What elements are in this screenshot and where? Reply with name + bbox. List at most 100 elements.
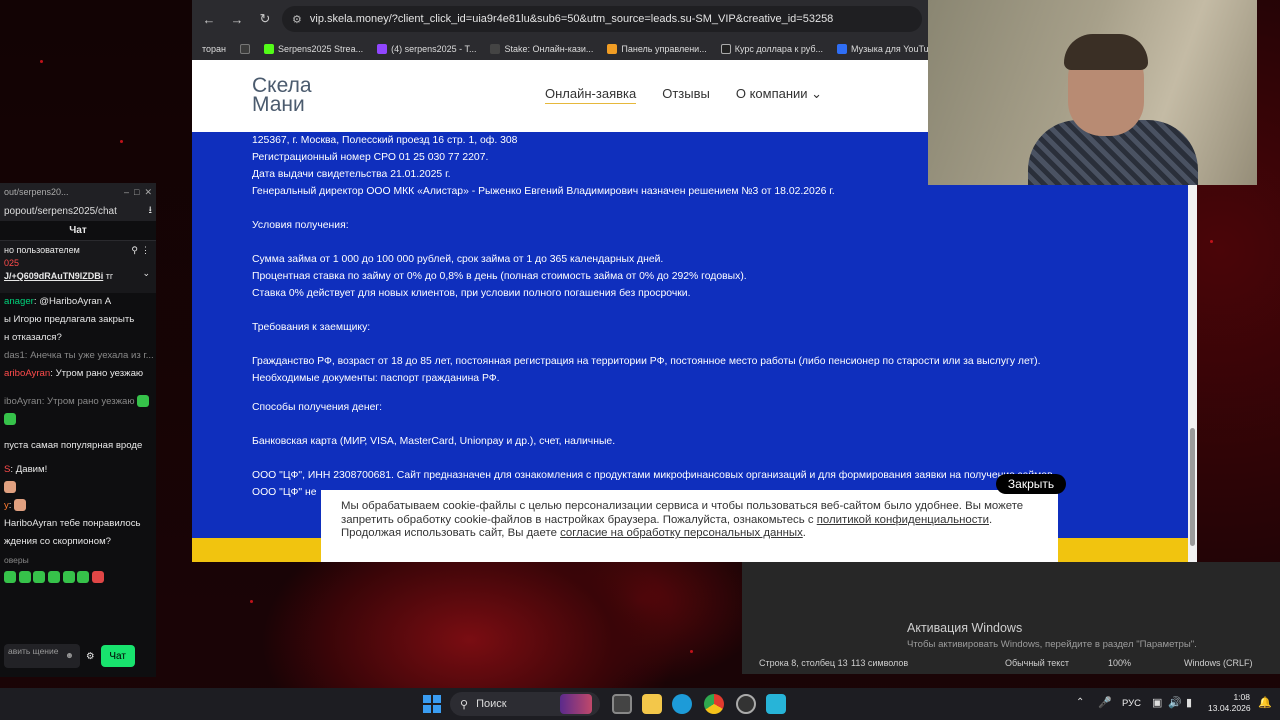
scrollbar-thumb[interactable] [1190, 428, 1195, 546]
emote-icon[interactable] [33, 571, 46, 584]
chevron-down-icon[interactable]: ⌄ [142, 267, 150, 280]
char-count: 113 символов [851, 658, 909, 668]
notepad-window: Строка 8, столбец 13 113 символов Обычны… [742, 562, 1280, 674]
privacy-policy-link[interactable]: политикой конфиденциальности [817, 514, 989, 526]
address-bar[interactable]: ⚙ vip.skela.money/?client_click_id=uia9r… [282, 6, 922, 32]
apps-icon [240, 44, 251, 54]
background-speck [120, 140, 123, 143]
bookmark-item[interactable]: Stake: Онлайн-кази... [486, 44, 597, 54]
chat-message: н отказался? [4, 332, 62, 343]
edge-icon[interactable] [672, 694, 692, 714]
battery-icon[interactable]: ▮ [1186, 696, 1192, 709]
chat-message: das1: Анечка ты уже уехала из г... [4, 350, 154, 361]
chat-message: ariboAyran: Утром рано уезжаю [4, 368, 144, 379]
file-explorer-icon[interactable] [642, 694, 662, 714]
chat-message-input[interactable]: авить щение ☻ [4, 644, 80, 668]
reload-icon[interactable]: ↻ [254, 8, 276, 30]
site-nav: Онлайн-заявка Отзывы О компании ⌄ [545, 86, 822, 104]
close-icon[interactable]: ✕ [144, 187, 152, 197]
emote-icon[interactable] [62, 571, 75, 584]
emote-icon [4, 413, 16, 426]
webcam-overlay [928, 0, 1257, 185]
chat-url-bar[interactable]: popout/serpens2025/chat ⭳ [0, 201, 156, 221]
minimize-icon[interactable]: – [124, 187, 129, 197]
background-speck [1210, 240, 1213, 243]
webcam-person-hair [1064, 34, 1148, 70]
language-indicator[interactable]: РУС [1122, 698, 1141, 709]
emote-icon [4, 481, 16, 494]
background-speck [40, 60, 43, 63]
section-heading: Способы получения денег: [252, 402, 383, 413]
emote-icon[interactable] [4, 571, 16, 584]
background-speck [690, 650, 693, 653]
content-line: Банковская карта (МИР, VISA, MasterCard,… [252, 436, 616, 447]
site-logo[interactable]: Скела Мани [252, 75, 312, 116]
download-icon[interactable]: ⭳ [149, 203, 153, 220]
close-cookie-button[interactable]: Закрыть [996, 474, 1066, 494]
obs-icon[interactable] [736, 694, 756, 714]
kick-icon [264, 44, 275, 54]
url-text: vip.skela.money/?client_click_id=uia9r4e… [309, 13, 834, 25]
nav-reviews[interactable]: Отзывы [662, 86, 710, 104]
twitch-icon [377, 44, 388, 54]
bookmark-item[interactable]: (4) serpens2025 - T... [373, 44, 480, 54]
volume-icon[interactable]: 🔊 [1168, 696, 1182, 709]
chat-message: оверы [4, 555, 29, 565]
chat-popout-window: out/serpens20... – □ ✕ popout/serpens202… [0, 183, 156, 677]
nav-about-company[interactable]: О компании ⌄ [736, 86, 822, 104]
microphone-icon[interactable]: 🎤 [1098, 696, 1112, 709]
site-info-icon[interactable]: ⚙ [292, 13, 302, 26]
emote-icon[interactable] [92, 571, 105, 584]
back-icon[interactable]: ← [198, 8, 220, 30]
notepad-statusbar: Строка 8, столбец 13 113 символов Обычны… [742, 652, 1280, 674]
nav-online-application[interactable]: Онлайн-заявка [545, 86, 637, 104]
investing-icon [720, 44, 731, 54]
content-line: Генеральный директор ООО МКК «Алистар» -… [252, 186, 835, 197]
line-ending: Windows (CRLF) [1184, 658, 1253, 668]
zoom-level: 100% [1108, 658, 1132, 668]
content-line: Необходимые документы: паспорт гражданин… [252, 373, 500, 384]
chat-input-row: авить щение ☻ ⚙ Чат [0, 643, 156, 669]
forward-icon[interactable]: → [226, 8, 248, 30]
settings-gear-icon[interactable]: ⚙ [86, 651, 95, 662]
content-line: Гражданство РФ, возраст от 18 до 85 лет,… [252, 356, 1041, 367]
text-format: Обычный текст [1005, 658, 1069, 668]
bookmark-item[interactable] [236, 44, 254, 54]
notepad-icon[interactable] [766, 694, 786, 714]
taskbar-clock[interactable]: 1:08 13.04.2026 [1208, 692, 1251, 714]
content-line: Сумма займа от 1 000 до 100 000 рублей, … [252, 254, 664, 265]
cookie-banner: Мы обрабатываем cookie-файлы с целью пер… [321, 490, 1058, 562]
chat-header: Чат [0, 221, 156, 241]
chat-window-titlebar: out/serpens20... – □ ✕ [0, 183, 156, 201]
emoji-icon[interactable]: ☻ [65, 650, 74, 660]
chrome-icon[interactable] [704, 694, 724, 714]
widget-icon[interactable] [560, 694, 592, 714]
pinned-message[interactable]: но пользователем 025 J/+Q609dRAuTN9lZDBi… [0, 241, 156, 293]
chat-message: S: Давим! [4, 464, 48, 475]
windows-start-icon[interactable] [423, 695, 441, 713]
bookmark-item[interactable]: Курс доллара к руб... [717, 44, 827, 54]
chat-message: ждения со скорпионом? [4, 536, 112, 547]
bookmark-item[interactable]: Serpens2025 Strea... [260, 44, 367, 54]
emote-icon[interactable] [18, 571, 31, 584]
logo-line2: Мани [252, 93, 305, 116]
bookmark-item[interactable]: Панель управлени... [603, 44, 710, 54]
emote-icon[interactable] [77, 571, 90, 584]
pinned-link[interactable]: J/+Q609dRAuTN9lZDBi [4, 271, 103, 281]
emote-icon[interactable] [48, 571, 61, 584]
section-heading: Условия получения: [252, 220, 349, 231]
more-icon[interactable]: ⋮ [141, 244, 150, 257]
chat-send-button[interactable]: Чат [100, 645, 135, 667]
personal-data-consent-link[interactable]: согласие на обработку персональных данны… [560, 527, 803, 539]
notifications-icon[interactable]: 🔔 [1258, 696, 1272, 709]
maximize-icon[interactable]: □ [134, 187, 139, 197]
bookmark-item[interactable]: Музыка для YouTu... [833, 44, 940, 54]
chat-message: пуста самая популярная вроде [4, 440, 143, 451]
section-heading: Требования к заемщику: [252, 322, 371, 333]
network-icon[interactable]: ▣ [1152, 696, 1162, 709]
pin-icon[interactable]: ⚲ [131, 244, 138, 257]
stake-icon [490, 44, 501, 54]
chevron-up-icon[interactable]: ⌃ [1076, 697, 1084, 708]
task-view-icon[interactable] [612, 694, 632, 714]
bookmark-item[interactable]: торан [198, 44, 230, 54]
